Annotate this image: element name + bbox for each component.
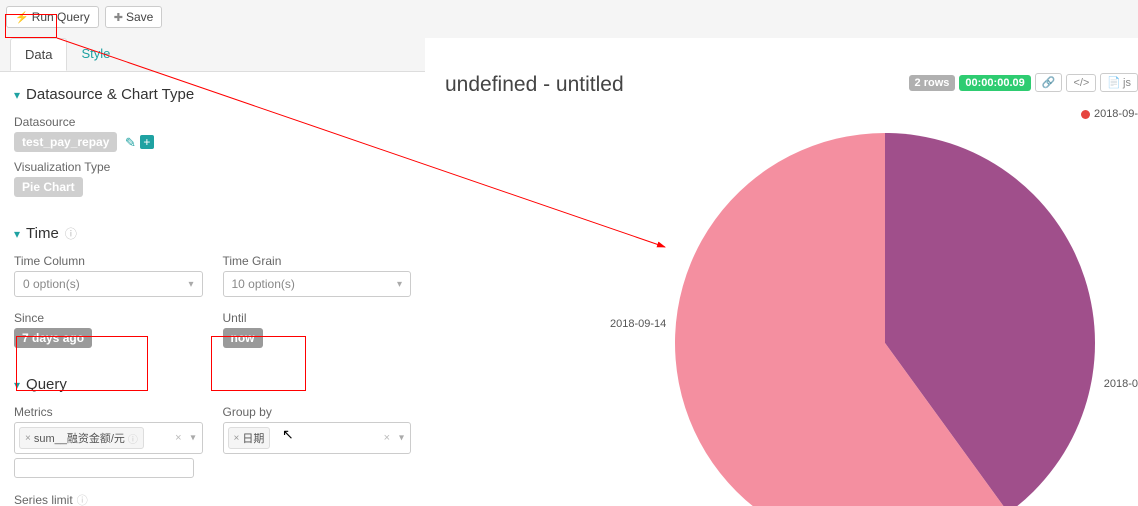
toolbar: ⚡ Run Query ✚ Save	[0, 0, 1138, 38]
time-grain-label: Time Grain	[223, 254, 412, 268]
info-icon: ⓘ	[65, 225, 77, 242]
plus-icon: ✚	[114, 11, 123, 24]
series-limit-label: Series limit ⓘ	[14, 492, 411, 506]
code-icon: </>	[1073, 77, 1089, 89]
section-time: ▾ Time ⓘ Time Column 0 option(s) ▾	[0, 211, 425, 362]
metric-tag-text: sum__融资金额/元	[34, 430, 125, 446]
section-title: Datasource & Chart Type	[26, 86, 194, 103]
link-button[interactable]: 🔗	[1035, 73, 1063, 92]
save-button[interactable]: ✚ Save	[105, 6, 163, 28]
caret-down-icon: ▾	[14, 88, 20, 102]
chevron-down-icon: ▾	[188, 279, 193, 290]
section-title: Query	[26, 376, 67, 393]
json-button[interactable]: 📄 js	[1100, 73, 1138, 92]
section-datasource: ▾ Datasource & Chart Type Datasource tes…	[0, 72, 425, 211]
groupby-label: Group by	[223, 405, 412, 419]
file-icon: 📄	[1107, 76, 1121, 89]
chart-area: undefined - untitled 2 rows 00:00:00.09 …	[425, 38, 1138, 506]
groupby-tag-text: 日期	[242, 430, 264, 446]
metrics-label: Metrics	[14, 405, 203, 419]
viz-type-value[interactable]: Pie Chart	[14, 177, 83, 197]
bolt-icon: ⚡	[15, 11, 29, 24]
clear-icon[interactable]: ×	[384, 432, 390, 444]
embed-button[interactable]: </>	[1066, 74, 1096, 92]
legend-item-label: 2018-09-	[1094, 108, 1138, 120]
time-column-select[interactable]: 0 option(s) ▾	[14, 271, 203, 297]
panel-tabs: Data Style	[0, 38, 425, 72]
caret-down-icon: ▾	[14, 227, 20, 241]
tab-style[interactable]: Style	[67, 38, 124, 71]
tab-data[interactable]: Data	[10, 38, 67, 71]
datasource-label: Datasource	[14, 115, 411, 129]
section-title: Time	[26, 225, 59, 242]
pie-chart[interactable]: 2018-09-14 2018-09-15	[620, 123, 1138, 506]
viz-type-label: Visualization Type	[14, 160, 411, 174]
since-value[interactable]: 7 days ago	[14, 328, 92, 348]
slice-label-2: 2018-09-15	[1104, 378, 1138, 390]
groupby-tag[interactable]: × 日期	[228, 427, 271, 449]
section-header-time[interactable]: ▾ Time ⓘ	[14, 217, 411, 248]
datasource-value[interactable]: test_pay_repay	[14, 132, 117, 152]
section-header-query[interactable]: ▾ Query	[14, 368, 411, 399]
json-label: js	[1123, 77, 1131, 89]
link-icon: 🔗	[1042, 76, 1056, 89]
info-icon: ⓘ	[128, 431, 138, 446]
rows-badge: 2 rows	[909, 75, 956, 91]
time-column-label: Time Column	[14, 254, 203, 268]
run-label: Run Query	[32, 10, 90, 24]
until-label: Until	[223, 311, 412, 325]
since-label: Since	[14, 311, 203, 325]
until-value[interactable]: now	[223, 328, 263, 348]
chevron-down-icon: ▾	[397, 279, 402, 290]
metrics-select[interactable]: × sum__融资金额/元 ⓘ × ▾	[14, 422, 203, 454]
time-column-value: 0 option(s)	[23, 277, 80, 291]
chevron-down-icon: ▾	[190, 433, 195, 444]
edit-datasource-icon[interactable]: ✎	[125, 135, 136, 151]
info-icon: ⓘ	[77, 492, 88, 506]
time-badge: 00:00:00.09	[959, 75, 1030, 91]
clear-icon[interactable]: ×	[175, 432, 181, 444]
chart-title: undefined - untitled	[445, 73, 624, 97]
groupby-select[interactable]: × 日期 × ▾	[223, 422, 412, 454]
chevron-down-icon: ▾	[399, 433, 404, 444]
metrics-extra-input[interactable]	[14, 458, 194, 478]
time-grain-value: 10 option(s)	[232, 277, 295, 291]
section-query: ▾ Query Metrics × sum__融资金额/元 ⓘ	[0, 362, 425, 506]
remove-tag-icon[interactable]: ×	[234, 433, 240, 444]
time-grain-select[interactable]: 10 option(s) ▾	[223, 271, 412, 297]
legend-dot-icon	[1081, 110, 1090, 119]
caret-down-icon: ▾	[14, 378, 20, 392]
save-label: Save	[126, 10, 153, 24]
slice-label-1: 2018-09-14	[610, 318, 666, 330]
control-panel: Data Style ▾ Datasource & Chart Type Dat…	[0, 38, 425, 506]
run-query-button[interactable]: ⚡ Run Query	[6, 6, 99, 28]
section-header-datasource[interactable]: ▾ Datasource & Chart Type	[14, 78, 411, 109]
metric-tag[interactable]: × sum__融资金额/元 ⓘ	[19, 427, 144, 449]
legend: 2018-09-	[1081, 108, 1138, 120]
remove-tag-icon[interactable]: ×	[25, 433, 31, 444]
add-datasource-icon[interactable]: +	[140, 135, 154, 149]
